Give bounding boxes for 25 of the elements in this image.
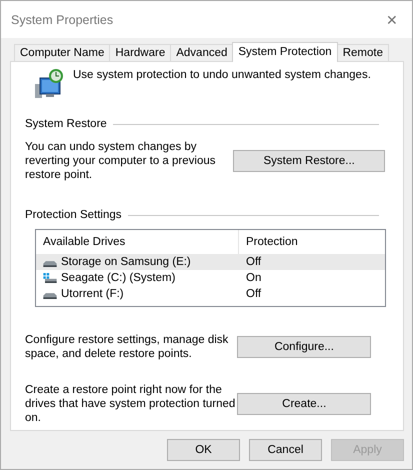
configure-button[interactable]: Configure... [237, 336, 371, 358]
table-cell-text: Off [245, 288, 262, 300]
system-drive-icon [43, 273, 57, 283]
description-text: Configure restore settings, manage disk space, and delete restore points. [25, 333, 230, 361]
tab[interactable]: System Protection [232, 42, 338, 62]
dialog-button[interactable]: OK [167, 439, 240, 461]
tab[interactable]: Remote [336, 44, 389, 61]
table-cell: Utorrent (F:) [61, 288, 124, 300]
system-restore-button[interactable]: System Restore... [233, 150, 385, 172]
dialog-button[interactable]: Cancel [249, 439, 322, 461]
close-button[interactable]: ✕ [372, 4, 412, 34]
window-title: System Properties [11, 12, 114, 26]
table-cell-text: Off [245, 256, 262, 268]
table-cell-text: On [245, 272, 262, 284]
tab[interactable]: Computer Name [14, 44, 110, 61]
create-button[interactable]: Create... [237, 393, 371, 415]
intro-text: Use system protection to undo unwanted system changes. [73, 68, 371, 82]
computer-restore-icon [33, 68, 65, 100]
column-header[interactable]: Protection [239, 230, 372, 254]
table-cell: Seagate (C:) (System) [61, 272, 176, 284]
description-text: You can undo system changes by reverting your computer to a previous restore point. [25, 140, 216, 182]
description-text: Create a restore point right now for the drives that have system protection turned on. [25, 383, 236, 425]
table-cell: Storage on Samsung (E:) [61, 256, 191, 268]
group-heading: Protection Settings [25, 209, 122, 221]
group-heading: System Restore [25, 118, 107, 130]
